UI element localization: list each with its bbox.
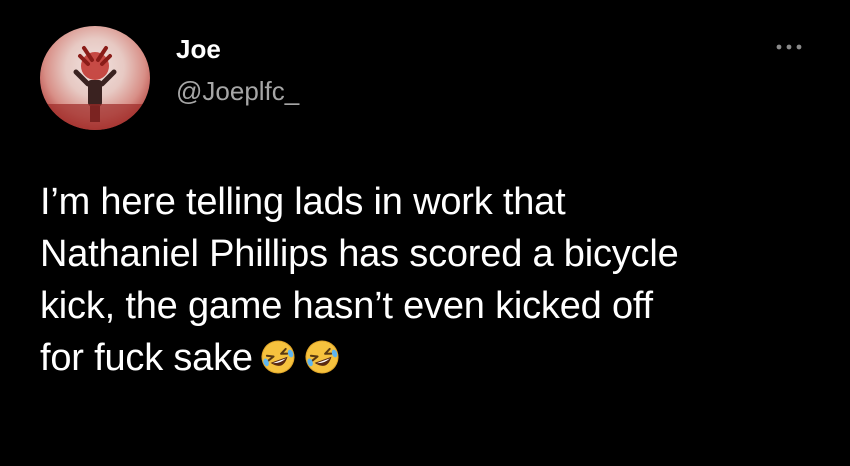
rolling-laughing-emoji-icon bbox=[303, 338, 341, 376]
tweet-text-segment: for fuck sake bbox=[40, 337, 253, 379]
profile-avatar[interactable] bbox=[40, 26, 150, 130]
tweet-text: I’m here telling lads in work that Natha… bbox=[40, 176, 830, 384]
tweet-text-line: kick, the game hasn’t even kicked off bbox=[40, 285, 653, 327]
display-name[interactable]: Joe bbox=[176, 34, 299, 64]
author-info: Joe @Joeplfc_ bbox=[176, 34, 299, 106]
tweet-text-line: Nathaniel Phillips has scored a bicycle bbox=[40, 233, 679, 275]
avatar-image bbox=[40, 46, 150, 130]
user-handle[interactable]: @Joeplfc_ bbox=[176, 76, 299, 106]
tweet-text-line-last: for fuck sake bbox=[40, 332, 830, 384]
more-options-icon[interactable] bbox=[774, 40, 804, 54]
rolling-laughing-emoji-icon bbox=[259, 338, 297, 376]
tweet-text-line: I’m here telling lads in work that bbox=[40, 181, 566, 223]
tweet-card: Joe @Joeplfc_ I’m here telling lads in w… bbox=[0, 0, 850, 466]
